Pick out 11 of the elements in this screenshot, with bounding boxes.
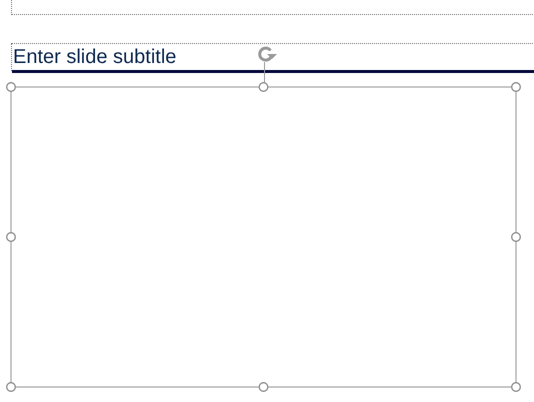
subtitle-prompt: Enter slide subtitle — [12, 45, 176, 69]
resize-handle[interactable] — [6, 82, 16, 92]
resize-handle[interactable] — [258, 382, 268, 392]
resize-handle[interactable] — [511, 382, 521, 392]
connector-line — [264, 62, 265, 84]
resize-handle[interactable] — [6, 382, 16, 392]
rotate-handle[interactable] — [258, 46, 277, 62]
resize-handle[interactable] — [511, 82, 521, 92]
resize-handle[interactable] — [258, 82, 268, 92]
resize-handle[interactable] — [511, 232, 521, 242]
resize-handle[interactable] — [6, 232, 16, 242]
